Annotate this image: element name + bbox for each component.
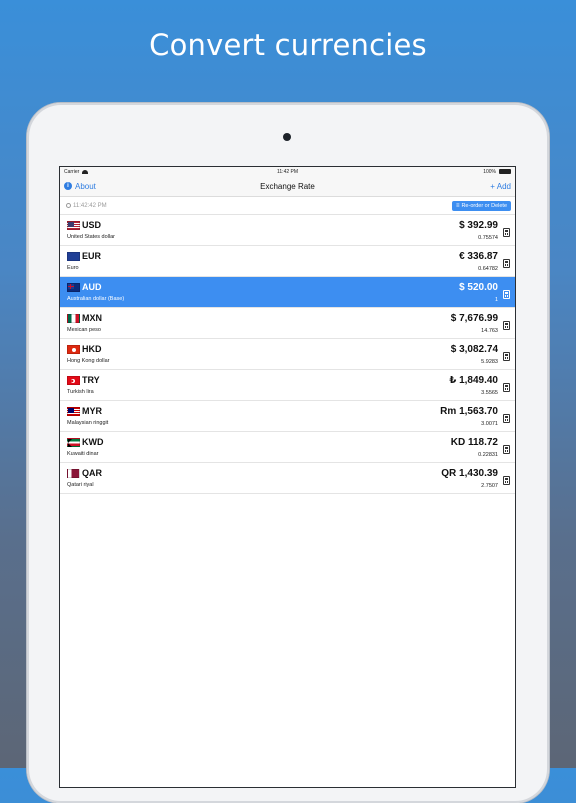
info-icon: i xyxy=(64,182,72,190)
currency-name: Kuwaiti dinar xyxy=(67,451,99,457)
app-screen: Carrier 11:42 PM 100% i About Exchange R… xyxy=(60,167,515,787)
myr-flag-icon xyxy=(67,407,80,416)
currency-amount: KD 118.72 xyxy=(450,437,498,448)
currency-name: Mexican peso xyxy=(67,327,101,333)
currency-code: AUD xyxy=(82,282,102,292)
reorder-delete-button[interactable]: ≡ Re-order or Delete xyxy=(451,200,511,211)
last-update: 11:42:42 PM xyxy=(66,203,107,209)
status-time: 11:42 PM xyxy=(276,168,299,175)
calculator-icon[interactable] xyxy=(503,259,510,268)
currency-amount: $ 392.99 xyxy=(459,220,498,231)
currency-row-qar[interactable]: QAR Qatari riyal QR 1,430.39 2.7507 xyxy=(60,463,515,494)
currency-amount: QR 1,430.39 xyxy=(441,468,498,479)
camera-icon xyxy=(283,133,291,141)
page-title: Exchange Rate xyxy=(260,181,315,191)
calculator-icon[interactable] xyxy=(503,414,510,423)
calculator-icon[interactable] xyxy=(503,228,510,237)
currency-code: USD xyxy=(82,220,102,230)
usd-flag-icon xyxy=(67,221,80,230)
currency-code: KWD xyxy=(82,437,104,447)
currency-code: QAR xyxy=(82,468,102,478)
eur-flag-icon xyxy=(67,252,80,261)
currency-amount: $ 7,676.99 xyxy=(450,313,498,324)
currency-row-usd[interactable]: USD United States dollar $ 392.99 0.7557… xyxy=(60,215,515,246)
carrier-label: Carrier xyxy=(64,168,80,175)
currency-name: Euro xyxy=(67,265,79,271)
hkd-flag-icon xyxy=(67,345,80,354)
qar-flag-icon xyxy=(67,469,80,478)
calculator-icon[interactable] xyxy=(503,352,510,361)
currency-amount: $ 3,082.74 xyxy=(450,344,498,355)
currency-code: EUR xyxy=(82,251,102,261)
calculator-icon[interactable] xyxy=(503,290,510,299)
about-label: About xyxy=(75,181,96,191)
clock-icon xyxy=(66,203,71,208)
currency-rate: 3.0071 xyxy=(481,421,498,427)
currency-rate: 0.75574 xyxy=(478,235,498,241)
calculator-icon[interactable] xyxy=(503,476,510,485)
currency-row-try[interactable]: TRY Turkish lira ₺ 1,849.40 3.5565 xyxy=(60,370,515,401)
list-icon: ≡ xyxy=(455,202,460,209)
try-flag-icon xyxy=(67,376,80,385)
mxn-flag-icon xyxy=(67,314,80,323)
battery-percent: 100% xyxy=(483,168,496,175)
currency-name: Hong Kong dollar xyxy=(67,358,110,364)
currency-row-hkd[interactable]: HKD Hong Kong dollar $ 3,082.74 5.9283 xyxy=(60,339,515,370)
currency-amount: ₺ 1,849.40 xyxy=(449,375,498,386)
currency-name: Malaysian ringgit xyxy=(67,420,109,426)
update-time: 11:42:42 PM xyxy=(73,202,107,209)
aud-flag-icon xyxy=(67,283,80,292)
battery-icon xyxy=(499,169,511,174)
currency-row-aud[interactable]: AUD Australian dollar (Base) $ 520.00 1 xyxy=(60,277,515,308)
currency-amount: $ 520.00 xyxy=(459,282,498,293)
wifi-icon xyxy=(82,169,89,174)
currency-row-eur[interactable]: EUR Euro € 336.87 0.64782 xyxy=(60,246,515,277)
reorder-label: Re-order or Delete xyxy=(461,202,507,209)
kwd-flag-icon xyxy=(67,438,80,447)
currency-rate: 1 xyxy=(494,297,498,303)
currency-name: United States dollar xyxy=(67,234,115,240)
currency-rate: 3.5565 xyxy=(481,390,498,396)
calculator-icon[interactable] xyxy=(503,383,510,392)
currency-code: MYR xyxy=(82,406,102,416)
currency-rate: 0.22831 xyxy=(478,452,498,458)
currency-list: USD United States dollar $ 392.99 0.7557… xyxy=(60,215,515,494)
currency-name: Turkish lira xyxy=(67,389,94,395)
currency-name: Australian dollar (Base) xyxy=(67,296,125,302)
currency-code: HKD xyxy=(82,344,102,354)
currency-rate: 2.7507 xyxy=(481,483,498,489)
currency-row-kwd[interactable]: KWD Kuwaiti dinar KD 118.72 0.22831 xyxy=(60,432,515,463)
currency-row-mxn[interactable]: MXN Mexican peso $ 7,676.99 14.763 xyxy=(60,308,515,339)
currency-rate: 14.763 xyxy=(481,328,498,334)
currency-row-myr[interactable]: MYR Malaysian ringgit Rm 1,563.70 3.0071 xyxy=(60,401,515,432)
toolbar: 11:42:42 PM ≡ Re-order or Delete xyxy=(60,197,515,215)
about-button[interactable]: i About xyxy=(64,182,164,191)
currency-rate: 0.64782 xyxy=(478,266,498,272)
currency-code: MXN xyxy=(82,313,102,323)
currency-amount: Rm 1,563.70 xyxy=(440,406,498,417)
status-bar: Carrier 11:42 PM 100% xyxy=(60,167,515,176)
headline: Convert currencies xyxy=(149,28,427,62)
calculator-icon[interactable] xyxy=(503,321,510,330)
navigation-bar: i About Exchange Rate + Add xyxy=(60,176,515,197)
currency-code: TRY xyxy=(82,375,100,385)
currency-name: Qatari riyal xyxy=(67,482,94,488)
calculator-icon[interactable] xyxy=(503,445,510,454)
currency-rate: 5.9283 xyxy=(481,359,498,365)
add-button[interactable]: + Add xyxy=(411,182,511,191)
currency-amount: € 336.87 xyxy=(459,251,498,262)
